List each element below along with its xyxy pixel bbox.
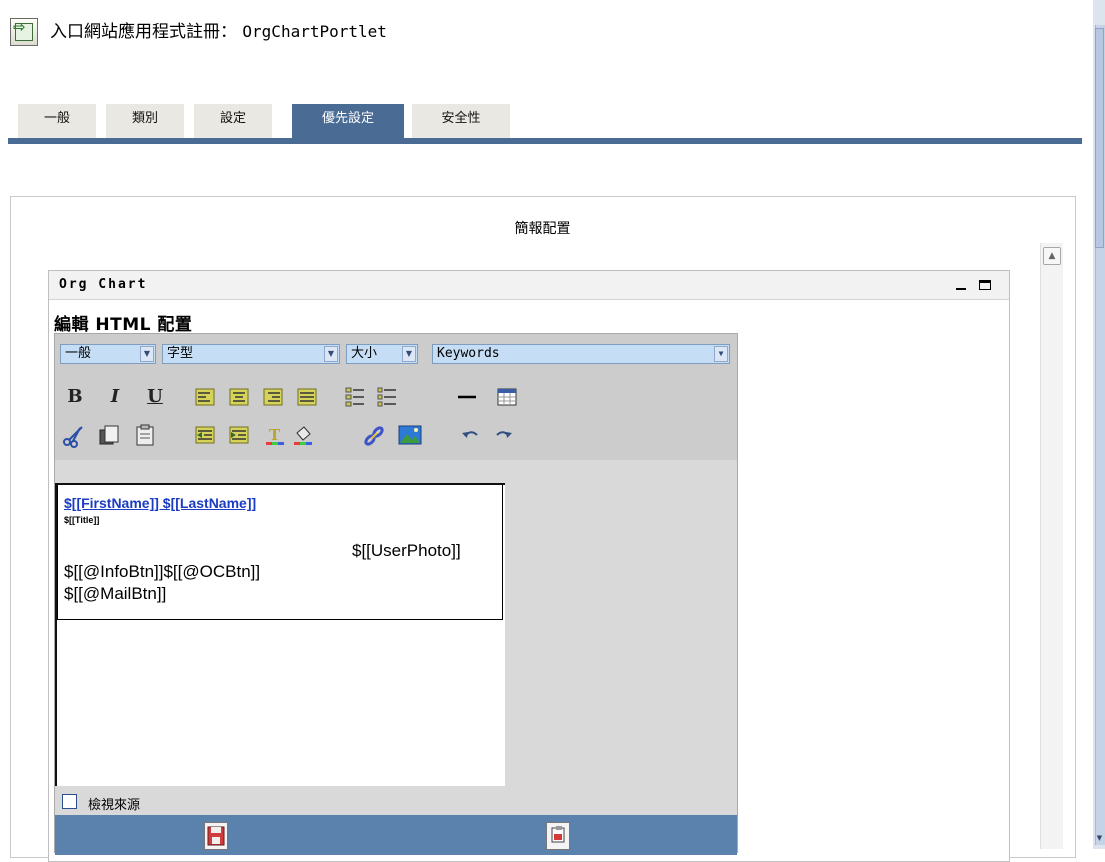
italic-button[interactable]: I	[104, 386, 126, 408]
template-user-photo: $[[UserPhoto]]	[352, 541, 461, 560]
underline-button[interactable]: U	[144, 386, 166, 408]
scroll-up-icon[interactable]: ▲	[1043, 247, 1061, 265]
portlet-titlebar: Org Chart	[49, 271, 1009, 300]
align-justify-icon[interactable]	[296, 386, 318, 408]
chevron-down-icon[interactable]: ▼	[324, 346, 338, 362]
minimize-icon[interactable]	[953, 275, 969, 293]
copy-icon[interactable]	[98, 424, 120, 446]
text-color-icon[interactable]: T	[264, 424, 286, 446]
panel-scrollbar[interactable]: ▲	[1040, 243, 1063, 849]
format-select[interactable]: 一般 ▼	[60, 344, 156, 364]
save-button[interactable]	[204, 822, 228, 850]
portlet-title: Org Chart	[59, 277, 148, 292]
tab-settings[interactable]: 設定	[194, 104, 272, 138]
horizontal-rule-icon[interactable]	[456, 386, 478, 408]
font-select[interactable]: 字型 ▼	[162, 344, 340, 364]
svg-text:T: T	[269, 426, 281, 444]
unordered-list-icon[interactable]	[376, 386, 398, 408]
font-select-value: 字型	[167, 346, 194, 361]
chevron-down-icon[interactable]: ▼	[714, 346, 728, 362]
page-scrollbar[interactable]: ▼	[1093, 0, 1105, 849]
link-icon[interactable]	[362, 424, 384, 446]
table-icon[interactable]	[496, 386, 518, 408]
align-left-icon[interactable]	[194, 386, 216, 408]
keywords-select[interactable]: Keywords ▼	[432, 344, 730, 364]
chevron-down-icon[interactable]: ▼	[402, 346, 416, 362]
template-info-oc-buttons: $[[@InfoBtn]]$[[@OCBtn]]	[64, 562, 261, 581]
section-title: 簡報配置	[514, 221, 571, 237]
size-select[interactable]: 大小 ▼	[346, 344, 418, 364]
tab-categories[interactable]: 類別	[106, 104, 184, 138]
tab-preferences[interactable]: 優先設定	[292, 104, 404, 138]
template-name-link[interactable]: $[[FirstName]] $[[LastName]]	[64, 495, 256, 511]
redo-icon[interactable]	[492, 424, 514, 446]
tab-security[interactable]: 安全性	[412, 104, 510, 138]
background-color-icon[interactable]	[292, 424, 314, 446]
page-title-label: 入口網站應用程式註冊：	[50, 22, 237, 42]
keywords-select-value: Keywords	[437, 346, 500, 361]
template-mail-button: $[[@MailBtn]]	[64, 584, 167, 603]
editor-heading: 編輯 HTML 配置	[54, 315, 193, 335]
format-select-value: 一般	[65, 346, 92, 361]
paste-icon[interactable]	[134, 424, 156, 446]
maximize-icon[interactable]	[979, 280, 991, 290]
page-title: 入口網站應用程式註冊： OrgChartPortlet	[50, 20, 387, 44]
cancel-button[interactable]	[546, 822, 570, 850]
outdent-icon[interactable]	[194, 424, 216, 446]
align-right-icon[interactable]	[262, 386, 284, 408]
tab-general[interactable]: 一般	[18, 104, 96, 138]
portlet-registration-icon: ⇨	[10, 18, 38, 46]
bold-button[interactable]: B	[64, 386, 86, 408]
undo-icon[interactable]	[460, 424, 482, 446]
view-source-label: 檢視來源	[88, 798, 141, 813]
page-title-value: OrgChartPortlet	[242, 22, 387, 41]
scroll-down-icon[interactable]: ▼	[1095, 832, 1104, 844]
align-center-icon[interactable]	[228, 386, 250, 408]
image-icon[interactable]	[398, 424, 422, 446]
ordered-list-icon[interactable]	[344, 386, 366, 408]
indent-icon[interactable]	[228, 424, 250, 446]
editor-canvas-body[interactable]	[55, 620, 505, 786]
view-source-checkbox[interactable]	[62, 794, 77, 809]
editor-action-bar	[55, 815, 737, 855]
tab-underline	[8, 138, 1082, 144]
template-title-field: $[[Title]]	[64, 515, 100, 525]
chevron-down-icon[interactable]: ▼	[140, 346, 154, 362]
size-select-value: 大小	[351, 346, 378, 361]
cut-icon[interactable]	[62, 424, 84, 448]
page-scrollbar-thumb[interactable]	[1095, 28, 1104, 248]
